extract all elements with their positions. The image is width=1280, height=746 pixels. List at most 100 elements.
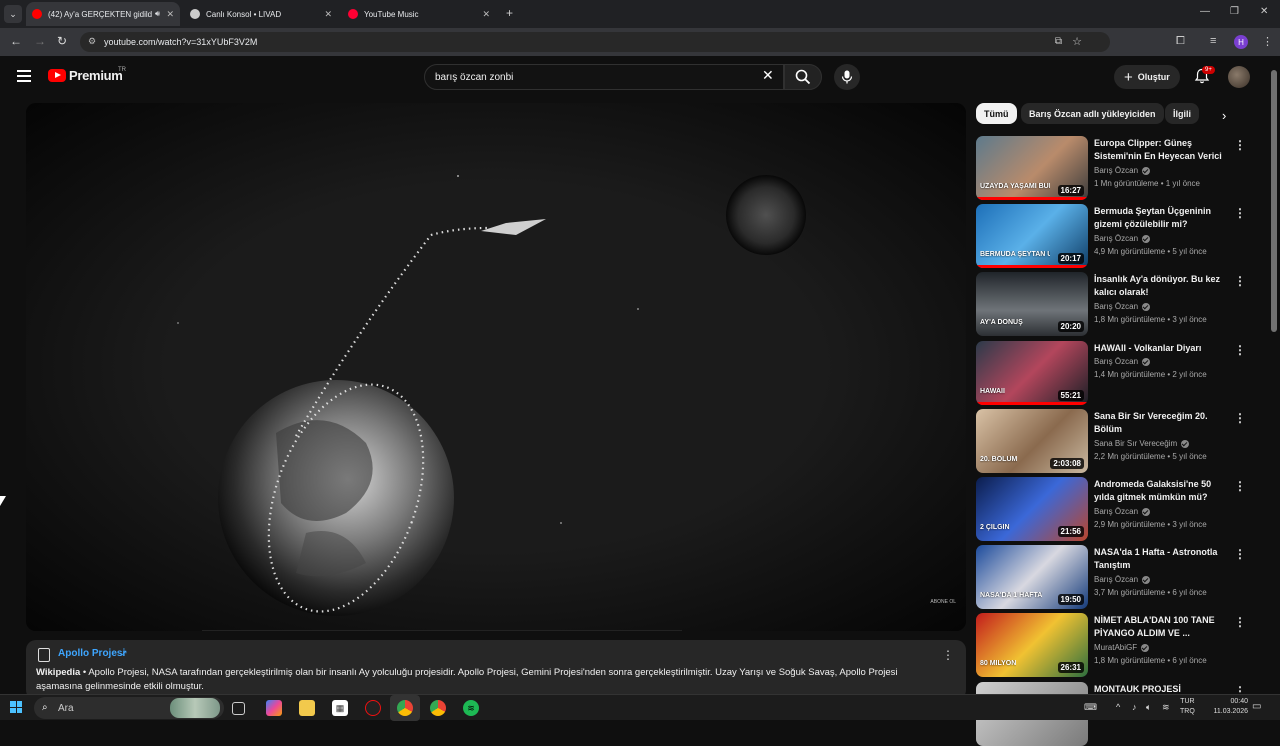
address-bar[interactable]: ⚙ youtube.com/watch?v=31xYUbF3V2M ⧉ ☆: [80, 32, 1110, 52]
recommendation-item[interactable]: BERMUDA ŞEYTAN ÜÇGENİ 20:17 Bermuda Şeytan…: [976, 204, 1256, 268]
video-title[interactable]: İnsanlık Ay'a dönüyor. Bu kez kalıcı ola…: [1094, 273, 1230, 299]
more-actions-icon[interactable]: ⋮: [1234, 138, 1246, 152]
chevron-right-icon[interactable]: ›: [1222, 108, 1226, 123]
video-thumbnail[interactable]: HAWAII 55:21: [976, 341, 1088, 405]
menu-icon[interactable]: [17, 70, 31, 82]
volume-icon[interactable]: 🔈︎: [1146, 702, 1151, 713]
restore-icon[interactable]: ❐: [1230, 6, 1239, 17]
recommendation-item[interactable]: NASA'DA 1 HAFTA 19:50 NASA'da 1 Hafta - As…: [976, 545, 1256, 609]
video-thumbnail[interactable]: 20. BÖLÜM 2:03:08: [976, 409, 1088, 473]
channel-name[interactable]: Barış Özcan: [1094, 575, 1151, 584]
channel-name[interactable]: MuratAbiGF: [1094, 643, 1150, 652]
video-thumbnail[interactable]: BERMUDA ŞEYTAN ÜÇGENİ 20:17: [976, 204, 1088, 268]
channel-name[interactable]: Sana Bir Sır Vereceğim: [1094, 439, 1190, 448]
browser-tab[interactable]: (42) Ay'a GERÇEKTEN gidild 🔊︎ ✕: [26, 2, 180, 26]
more-actions-icon[interactable]: ⋮: [1234, 411, 1246, 425]
video-title[interactable]: HAWAII - Volkanlar Diyarı: [1094, 342, 1230, 355]
video-title[interactable]: Sana Bir Sır Vereceğim 20. Bölüm: [1094, 410, 1230, 436]
search-button[interactable]: [784, 64, 822, 90]
tab-close-icon[interactable]: ✕: [324, 9, 332, 20]
clear-search-icon[interactable]: ✕: [762, 67, 774, 84]
minimize-icon[interactable]: —: [1200, 6, 1210, 17]
chip-from-uploader[interactable]: Barış Özcan adlı yükleyiciden: [1021, 103, 1164, 124]
forward-icon[interactable]: →: [34, 34, 46, 48]
video-thumbnail[interactable]: NASA'DA 1 HAFTA 19:50: [976, 545, 1088, 609]
video-title[interactable]: NASA'da 1 Hafta - Astronotla Tanıştım: [1094, 546, 1230, 572]
recommendation-item[interactable]: HAWAII 55:21 HAWAII - Volkanlar Diyarı Barı…: [976, 341, 1256, 405]
task-view-icon[interactable]: [232, 702, 245, 715]
mic-tray-icon[interactable]: ♪: [1132, 702, 1137, 712]
create-button[interactable]: + Oluştur: [1114, 65, 1180, 89]
video-title[interactable]: Bermuda Şeytan Üçgeninin gizemi çözülebi…: [1094, 205, 1230, 231]
video-title[interactable]: NİMET ABLA'DAN 100 TANE PİYANGO ALDIM VE…: [1094, 614, 1230, 640]
more-actions-icon[interactable]: ⋮: [1234, 479, 1246, 493]
youtube-logo[interactable]: Premium: [48, 68, 123, 83]
copilot-icon[interactable]: [266, 700, 282, 716]
keyboard-icon[interactable]: ⌨: [1084, 702, 1097, 713]
media-controls-icon[interactable]: ≡: [1210, 35, 1216, 47]
video-thumbnail[interactable]: 2 ÇILGIN 21:56: [976, 477, 1088, 541]
video-thumbnail[interactable]: AY'A DÖNÜŞ 20:20: [976, 272, 1088, 336]
chrome-icon[interactable]: [397, 700, 413, 716]
search-input[interactable]: barış özcan zonbi: [424, 64, 784, 90]
tab-audio-icon[interactable]: 🔊︎: [155, 9, 160, 19]
profile-avatar[interactable]: H: [1234, 35, 1248, 49]
channel-name[interactable]: Barış Özcan: [1094, 302, 1151, 311]
browser-tab[interactable]: Canlı Konsol • LIVAD ✕: [184, 2, 338, 26]
cast-icon[interactable]: ⧉: [1055, 36, 1062, 47]
spotify-icon[interactable]: ≋: [463, 700, 479, 716]
more-actions-icon[interactable]: ⋮: [1234, 343, 1246, 357]
info-source[interactable]: Wikipedia: [36, 667, 80, 678]
recommendation-item[interactable]: 2 ÇILGIN 21:56 Andromeda Galaksisi'ne 50 y…: [976, 477, 1256, 541]
video-player[interactable]: ABONE OL: [26, 103, 966, 631]
info-panel-title[interactable]: Apollo Projesi: [58, 648, 125, 659]
tab-search-button[interactable]: ⌄: [4, 5, 22, 23]
windows-start-icon[interactable]: [10, 701, 22, 713]
new-tab-button[interactable]: +: [506, 6, 513, 20]
more-actions-icon[interactable]: ⋮: [1234, 547, 1246, 561]
app-icon[interactable]: [365, 700, 381, 716]
tab-close-icon[interactable]: ✕: [482, 9, 490, 20]
bookmark-star-icon[interactable]: ☆: [1072, 35, 1082, 48]
taskbar-search[interactable]: ⌕ Ara: [34, 697, 224, 719]
video-title[interactable]: Andromeda Galaksisi'ne 50 yılda gitmek m…: [1094, 478, 1230, 504]
input-language[interactable]: TUR TRQ: [1180, 697, 1195, 717]
more-actions-icon[interactable]: ⋮: [1234, 615, 1246, 629]
channel-name[interactable]: Barış Özcan: [1094, 234, 1151, 243]
external-link-icon[interactable]: ↗: [120, 648, 128, 659]
site-info-icon[interactable]: ⚙: [88, 36, 96, 47]
subscribe-watermark[interactable]: ABONE OL: [930, 599, 956, 605]
recommendation-item[interactable]: UZAYDA YAŞAMI BULMAYA GİDİYOR 16:27 Europa…: [976, 136, 1256, 200]
video-title[interactable]: Europa Clipper: Güneş Sistemi'nin En Hey…: [1094, 137, 1230, 164]
microsoft-store-icon[interactable]: ▦: [332, 700, 348, 716]
file-explorer-icon[interactable]: [299, 700, 315, 716]
recommendation-item[interactable]: AY'A DÖNÜŞ 20:20 İnsanlık Ay'a dönüyor. Bu…: [976, 272, 1256, 336]
extensions-icon[interactable]: ⧠: [1176, 35, 1185, 48]
close-window-icon[interactable]: ✕: [1260, 6, 1268, 17]
channel-name[interactable]: Barış Özcan: [1094, 357, 1151, 366]
video-thumbnail[interactable]: UZAYDA YAŞAMI BULMAYA GİDİYOR 16:27: [976, 136, 1088, 200]
video-progress-bar[interactable]: [202, 630, 682, 631]
channel-name[interactable]: Barış Özcan: [1094, 166, 1151, 175]
chrome-profile-icon[interactable]: [430, 700, 446, 716]
recommendation-item[interactable]: 80 MİLYON 26:31 NİMET ABLA'DAN 100 TANE Pİ…: [976, 613, 1256, 677]
notification-center-icon[interactable]: ▭: [1252, 701, 1261, 712]
voice-search-button[interactable]: [834, 64, 860, 90]
browser-menu-icon[interactable]: ⋮: [1262, 35, 1273, 48]
back-icon[interactable]: ←: [10, 34, 22, 48]
recommendation-item[interactable]: 20. BÖLÜM 2:03:08 Sana Bir Sır Vereceğim 2…: [976, 409, 1256, 473]
user-avatar[interactable]: [1228, 66, 1250, 88]
network-icon[interactable]: ≋: [1162, 702, 1170, 713]
tab-close-icon[interactable]: ✕: [166, 9, 174, 20]
more-actions-icon[interactable]: ⋮: [1234, 206, 1246, 220]
video-thumbnail[interactable]: 80 MİLYON 26:31: [976, 613, 1088, 677]
scrollbar-thumb[interactable]: [1271, 70, 1277, 332]
chip-all[interactable]: Tümü: [976, 103, 1017, 124]
tray-chevron-icon[interactable]: ^: [1116, 702, 1120, 712]
system-clock[interactable]: 00:40 11.03.2026: [1200, 697, 1248, 717]
info-panel-menu-icon[interactable]: ⋮: [942, 648, 954, 662]
page-scrollbar[interactable]: [1270, 68, 1278, 686]
reload-icon[interactable]: ↻: [57, 34, 67, 48]
more-actions-icon[interactable]: ⋮: [1234, 274, 1246, 288]
channel-name[interactable]: Barış Özcan: [1094, 507, 1151, 516]
